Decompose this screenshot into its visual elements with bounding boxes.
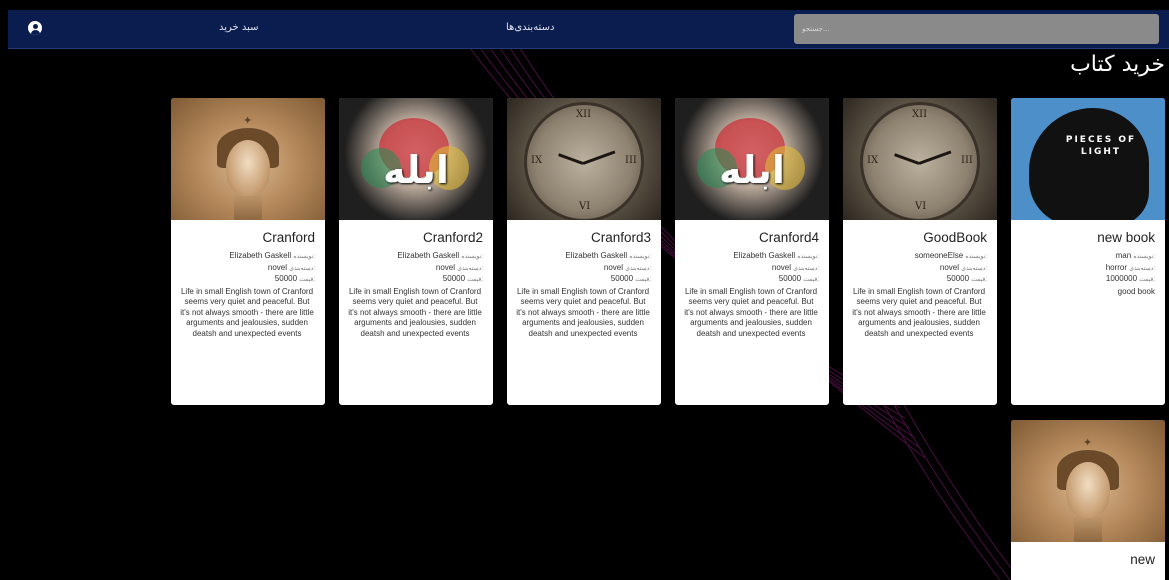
price-label: قیمت: [971, 277, 987, 283]
book-card[interactable]: ✦ Cranford Elizabeth Gaskell نویسنده: no… [171, 98, 325, 405]
book-author: Elizabeth Gaskell [733, 251, 796, 260]
book-title[interactable]: new [1019, 552, 1155, 567]
book-price: 50000 [442, 274, 466, 283]
book-description: good book [1117, 286, 1155, 296]
category-label: دسته‌بندی: [457, 265, 483, 272]
cart-link[interactable]: سبد خرید [219, 22, 259, 33]
book-category: novel [267, 262, 288, 272]
category-label: دسته‌بندی: [793, 265, 819, 272]
category-label: دسته‌بندی: [625, 265, 651, 272]
user-account-icon[interactable] [28, 21, 42, 35]
book-author: someoneElse [914, 251, 964, 260]
book-title[interactable]: new book [1019, 230, 1155, 245]
book-price: 50000 [778, 274, 802, 283]
book-title[interactable]: GoodBook [851, 230, 987, 245]
moth-icon: ✦ [243, 114, 253, 127]
price-label: قیمت: [467, 277, 483, 283]
page-title: خرید کتاب [1070, 52, 1165, 77]
book-cover-image: ابله [675, 98, 829, 220]
author-label: نویسنده: [797, 254, 819, 260]
book-category: novel [939, 262, 960, 272]
book-price: 1000000 [1105, 274, 1138, 283]
book-card[interactable]: XII III VI IX Cranford3 Elizabeth Gaskel… [507, 98, 661, 405]
book-author: Elizabeth Gaskell [397, 251, 460, 260]
book-author: Elizabeth Gaskell [565, 251, 628, 260]
book-description: Life in small English town of Cranford s… [348, 286, 482, 338]
price-label: قیمت: [299, 277, 315, 283]
book-cover-image: XII III VI IX [507, 98, 661, 220]
book-cover-image: ابله [339, 98, 493, 220]
top-navbar: سبد خرید دسته‌بندی‌ها [8, 10, 1169, 49]
book-cover-image: PIECES OF LIGHT [1011, 98, 1165, 220]
book-title[interactable]: Cranford2 [347, 230, 483, 245]
book-cover-image: XII III VI IX [843, 98, 997, 220]
cover-title-text: ابله [383, 148, 449, 192]
book-card[interactable]: ابله Cranford2 Elizabeth Gaskell نویسنده… [339, 98, 493, 405]
book-card[interactable]: XII III VI IX GoodBook someoneElse نویسن… [843, 98, 997, 405]
category-label: دسته‌بندی: [289, 265, 315, 272]
author-label: نویسنده: [293, 254, 315, 260]
price-label: قیمت: [635, 277, 651, 283]
price-label: قیمت: [1139, 277, 1155, 283]
category-label: دسته‌بندی: [961, 265, 987, 272]
book-price: 50000 [946, 274, 970, 283]
author-label: نویسنده: [965, 254, 987, 260]
book-card[interactable]: ✦ new [1011, 420, 1165, 580]
book-price: 50000 [274, 274, 298, 283]
book-author: Elizabeth Gaskell [229, 251, 292, 260]
price-label: قیمت: [803, 277, 819, 283]
categories-link[interactable]: دسته‌بندی‌ها [506, 22, 554, 33]
book-title[interactable]: Cranford3 [515, 230, 651, 245]
search-input[interactable] [794, 14, 1159, 44]
book-card[interactable]: ابله Cranford4 Elizabeth Gaskell نویسنده… [675, 98, 829, 405]
moth-icon: ✦ [1083, 436, 1093, 449]
book-category: novel [603, 262, 624, 272]
book-description: Life in small English town of Cranford s… [180, 286, 314, 338]
cover-title-text: ابله [719, 148, 785, 192]
book-cover-image: ✦ [171, 98, 325, 220]
book-category: novel [435, 262, 456, 272]
book-card[interactable]: PIECES OF LIGHT new book man نویسنده: ho… [1011, 98, 1165, 405]
author-label: نویسنده: [461, 254, 483, 260]
author-label: نویسنده: [629, 254, 651, 260]
book-title[interactable]: Cranford [179, 230, 315, 245]
author-label: نویسنده: [1133, 254, 1155, 260]
book-description: Life in small English town of Cranford s… [684, 286, 818, 338]
book-cover-image: ✦ [1011, 420, 1165, 542]
category-label: دسته‌بندی: [1129, 265, 1155, 272]
book-author: man [1115, 251, 1132, 260]
book-price: 50000 [610, 274, 634, 283]
book-title[interactable]: Cranford4 [683, 230, 819, 245]
book-category: novel [771, 262, 792, 272]
book-description: Life in small English town of Cranford s… [852, 286, 986, 338]
book-category: horror [1105, 262, 1128, 272]
book-description: Life in small English town of Cranford s… [516, 286, 650, 338]
cover-title-text: PIECES OF LIGHT [1065, 135, 1137, 157]
